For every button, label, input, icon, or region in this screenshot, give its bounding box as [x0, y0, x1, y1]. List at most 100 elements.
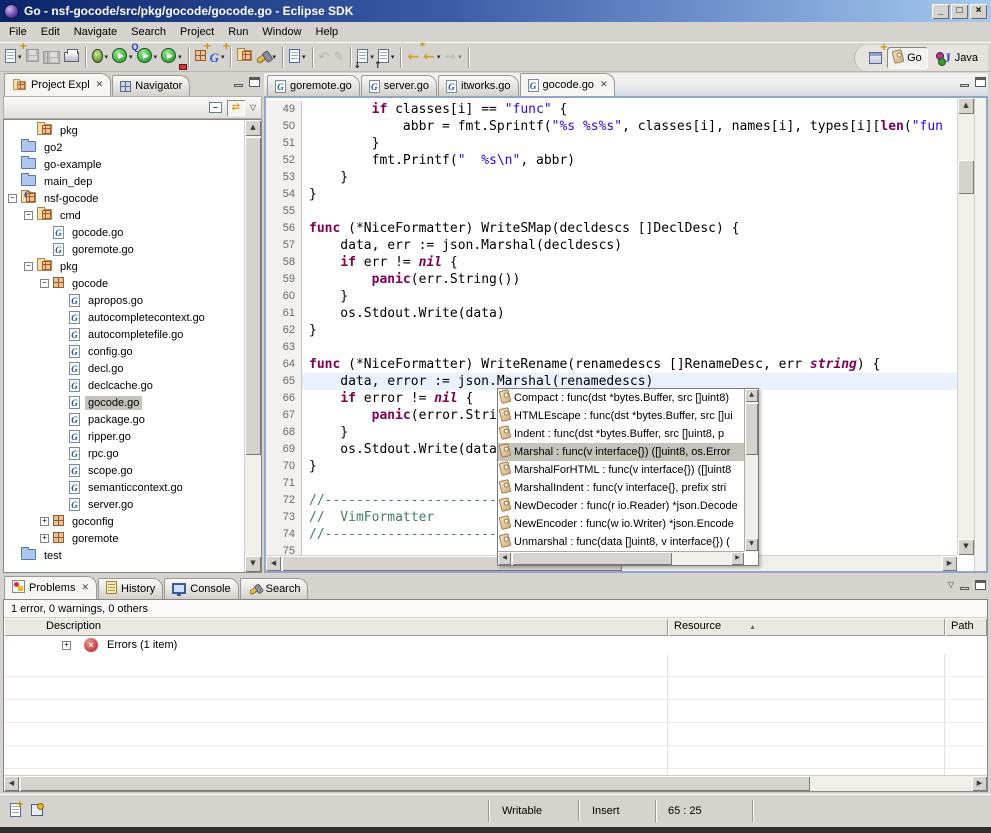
perspective-java-button[interactable]: JJava — [931, 48, 984, 68]
menu-item-search[interactable]: Search — [124, 23, 173, 41]
tree-item-goremote[interactable]: +goremote — [4, 530, 244, 547]
next-annotation-button[interactable]: ↓▾ — [355, 46, 376, 68]
column-description[interactable]: Description — [4, 618, 668, 636]
close-button[interactable]: × — [970, 4, 987, 19]
minimize-button[interactable]: _ — [932, 4, 949, 19]
dropdown-arrow-icon[interactable]: ▾ — [272, 53, 276, 61]
code-line-55[interactable]: 55 — [266, 203, 957, 220]
tree-item-goconfig[interactable]: +goconfig — [4, 513, 244, 530]
open-task-button[interactable]: ▾ — [287, 46, 308, 68]
quick-access-icon[interactable] — [31, 804, 43, 816]
close-icon[interactable]: ✕ — [96, 81, 104, 90]
expander-icon[interactable]: − — [24, 262, 33, 271]
back-button[interactable]: ←▾ — [421, 46, 442, 68]
scrollbar-thumb[interactable] — [512, 552, 672, 565]
menu-item-edit[interactable]: Edit — [34, 23, 67, 41]
menu-item-help[interactable]: Help — [309, 23, 346, 41]
tree-item-nsf-gocode[interactable]: −Gnsf-gocode — [4, 190, 244, 207]
tab-project-explorer[interactable]: Project Expl ✕ — [4, 73, 111, 96]
completion-item-indent[interactable]: Indent : func(dst *bytes.Buffer, src []u… — [498, 425, 744, 443]
tab-console[interactable]: Console — [164, 578, 238, 599]
problems-horizontal-scrollbar[interactable]: ◀ ▶ — [4, 775, 987, 791]
open-resource-button[interactable] — [235, 46, 254, 68]
expander-icon[interactable]: − — [40, 279, 49, 288]
tree-item-pkg[interactable]: −pkg — [4, 258, 244, 275]
minimize-view-icon[interactable] — [234, 84, 243, 87]
open-perspective-button[interactable]: + — [867, 47, 884, 69]
scrollbar-thumb[interactable] — [20, 776, 810, 791]
tree-item-gocode[interactable]: −gocode — [4, 275, 244, 292]
perspective-go-button[interactable]: Go — [887, 47, 928, 69]
code-line-56[interactable]: 56func (*NiceFormatter) WriteSMap(declde… — [266, 220, 957, 237]
code-line-51[interactable]: 51 } — [266, 135, 957, 152]
tree-item-autocompletecontext-go[interactable]: Gautocompletecontext.go — [4, 309, 244, 326]
print-button[interactable] — [62, 46, 81, 68]
debug-button[interactable]: ▾ — [90, 46, 111, 68]
dropdown-arrow-icon[interactable]: ▾ — [18, 53, 22, 61]
tree-item-main-dep[interactable]: main_dep — [4, 173, 244, 190]
menu-item-navigate[interactable]: Navigate — [67, 23, 124, 41]
editor-vertical-scrollbar[interactable]: ▲ ▼ — [957, 98, 974, 555]
popup-vertical-scrollbar[interactable]: ▲ ▼ — [744, 389, 758, 551]
code-line-53[interactable]: 53 } — [266, 169, 957, 186]
new-go-package-button[interactable]: + — [193, 46, 208, 68]
dropdown-arrow-icon[interactable]: ▾ — [129, 53, 133, 61]
popup-horizontal-scrollbar[interactable]: ◀ ▶ — [498, 551, 744, 565]
tree-scrollbar[interactable]: ▲ ▼ — [244, 120, 261, 572]
scroll-down-icon[interactable]: ▼ — [245, 556, 261, 572]
scrollbar-thumb[interactable] — [745, 403, 758, 455]
save-all-button[interactable] — [41, 46, 62, 68]
format-button[interactable]: ✎ — [331, 46, 346, 68]
dropdown-arrow-icon[interactable]: ▾ — [221, 53, 225, 61]
tree-item-go-example[interactable]: go-example — [4, 156, 244, 173]
tab-history[interactable]: History — [98, 578, 163, 599]
run-history-button[interactable]: Q▾ — [135, 46, 160, 68]
scroll-left-icon[interactable]: ◀ — [498, 552, 511, 565]
fast-view-icon[interactable]: + — [10, 803, 21, 817]
tree-item-package-go[interactable]: Gpackage.go — [4, 411, 244, 428]
tree-item-decl-go[interactable]: Gdecl.go — [4, 360, 244, 377]
tab-navigator[interactable]: Navigator — [112, 75, 190, 96]
tree-item-scope-go[interactable]: Gscope.go — [4, 462, 244, 479]
code-line-62[interactable]: 62} — [266, 322, 957, 339]
code-line-58[interactable]: 58 if err != nil { — [266, 254, 957, 271]
dropdown-arrow-icon[interactable]: ▾ — [391, 53, 395, 61]
dropdown-arrow-icon[interactable]: ▾ — [154, 53, 158, 61]
dropdown-arrow-icon[interactable]: ▾ — [437, 53, 441, 61]
tree-item-test[interactable]: test — [4, 547, 244, 564]
tree-item-declcache-go[interactable]: Gdeclcache.go — [4, 377, 244, 394]
scroll-down-icon[interactable]: ▼ — [958, 539, 974, 555]
dropdown-arrow-icon[interactable]: ▾ — [105, 53, 109, 61]
tree-item-cmd[interactable]: −cmd — [4, 207, 244, 224]
table-row-errors[interactable]: + × Errors (1 item) — [4, 636, 987, 654]
editor-tab-itworks-go[interactable]: Gitworks.go — [438, 75, 519, 96]
menu-item-window[interactable]: Window — [255, 23, 308, 41]
menu-item-file[interactable]: File — [2, 23, 34, 41]
code-line-61[interactable]: 61 os.Stdout.Write(data) — [266, 305, 957, 322]
editor-tab-gocode-go[interactable]: Ggocode.go✕ — [520, 73, 616, 96]
tab-search[interactable]: Search — [240, 578, 309, 599]
code-line-54[interactable]: 54} — [266, 186, 957, 203]
maximize-view-icon[interactable] — [249, 77, 260, 87]
tree-item-pkg[interactable]: pkg — [4, 122, 244, 139]
tree-item-server-go[interactable]: Gserver.go — [4, 496, 244, 513]
expander-icon[interactable]: + — [40, 534, 49, 543]
expander-icon[interactable]: + — [62, 641, 71, 650]
scroll-right-icon[interactable]: ▶ — [731, 552, 744, 565]
scroll-right-icon[interactable]: ▶ — [972, 776, 987, 791]
last-edit-location-button[interactable]: ←* — [405, 46, 421, 68]
completion-item-newdecoder[interactable]: NewDecoder : func(r io.Reader) *json.Dec… — [498, 497, 744, 515]
code-line-50[interactable]: 50 abbr = fmt.Sprintf("%s %s%s", classes… — [266, 118, 957, 135]
maximize-button[interactable]: □ — [951, 4, 968, 19]
minimize-view-icon[interactable] — [960, 587, 969, 590]
previous-annotation-button[interactable]: ↑▾ — [376, 46, 397, 68]
expander-icon[interactable]: + — [40, 517, 49, 526]
code-line-63[interactable]: 63 — [266, 339, 957, 356]
tab-problems[interactable]: Problems✕ — [4, 576, 97, 599]
menu-item-run[interactable]: Run — [221, 23, 255, 41]
completion-item-unmarshal[interactable]: Unmarshal : func(data []uint8, v interfa… — [498, 533, 744, 551]
scrollbar-thumb[interactable] — [245, 137, 261, 455]
view-menu-icon[interactable]: ▽ — [948, 580, 954, 590]
tree-item-semanticcontext-go[interactable]: Gsemanticcontext.go — [4, 479, 244, 496]
tree-item-config-go[interactable]: Gconfig.go — [4, 343, 244, 360]
